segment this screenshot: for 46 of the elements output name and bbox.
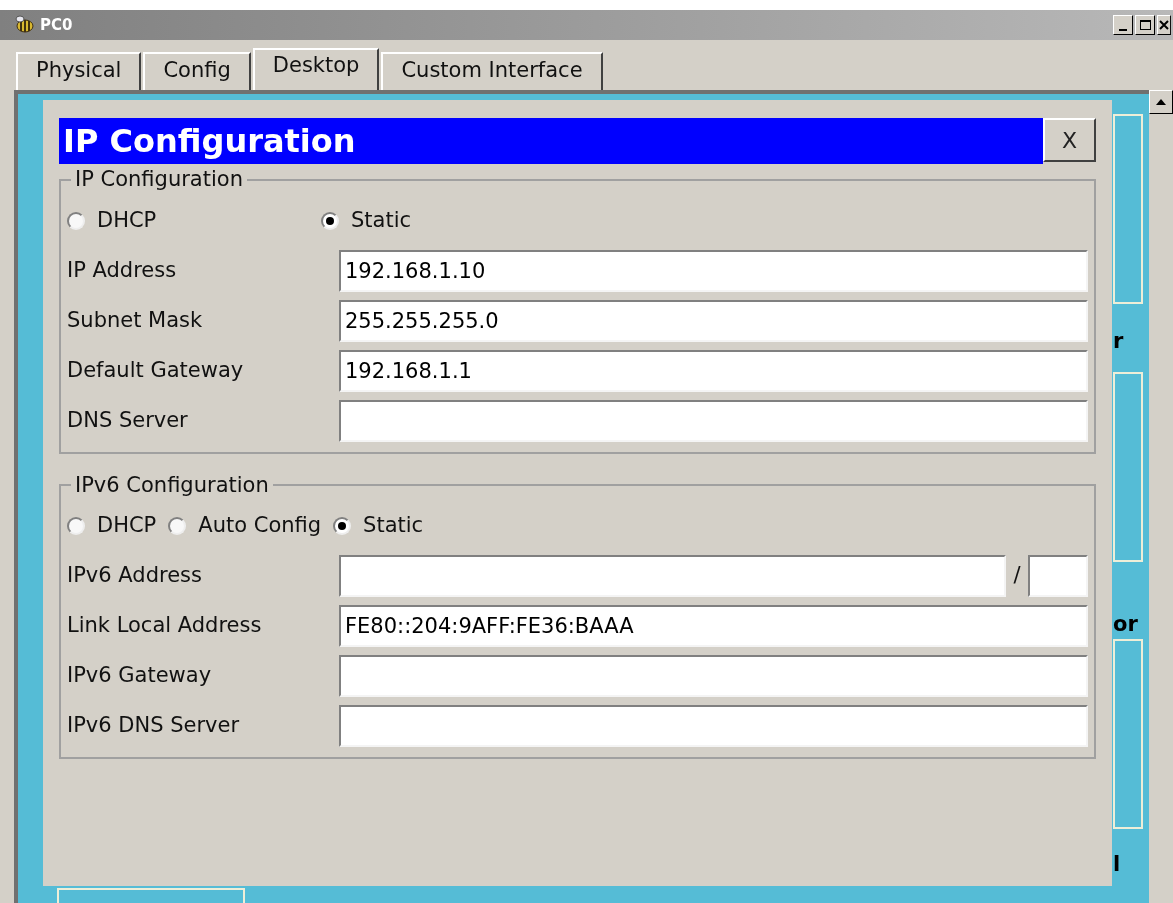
radio-button[interactable] xyxy=(67,517,85,535)
window-title: PC0 xyxy=(40,14,73,36)
field-label: DNS Server xyxy=(67,406,189,434)
radio-button[interactable] xyxy=(67,211,85,230)
field-label: IPv6 Address xyxy=(67,562,203,590)
text-field[interactable]: 192.168.1.10 xyxy=(339,249,1088,292)
text-field[interactable] xyxy=(1028,555,1088,597)
dialog-title: IP Configuration xyxy=(59,118,1043,164)
text-field[interactable]: 255.255.255.0 xyxy=(339,299,1088,342)
field-label: IP Address xyxy=(67,256,178,284)
tab[interactable]: Physical xyxy=(16,52,142,90)
close-button[interactable] xyxy=(1157,15,1171,35)
radio-button[interactable] xyxy=(333,517,352,535)
tab[interactable]: Config xyxy=(143,52,251,90)
text-field[interactable] xyxy=(339,555,1006,597)
app-label: r xyxy=(1113,328,1124,355)
field-label: Default Gateway xyxy=(67,356,245,384)
tab[interactable]: Custom Interface xyxy=(381,52,603,90)
tab[interactable]: Desktop xyxy=(252,48,380,90)
radio-label: Static xyxy=(363,512,424,540)
radio-label: Auto Config xyxy=(198,512,322,540)
close-button[interactable]: X xyxy=(1043,118,1096,162)
app-label: l xyxy=(1113,851,1121,878)
text-field[interactable] xyxy=(339,655,1088,697)
field-label: IPv6 Gateway xyxy=(67,662,213,690)
group-title: IPv6 Configuration xyxy=(74,471,270,499)
field-label: IPv6 DNS Server xyxy=(67,712,241,740)
up-arrow-icon xyxy=(1156,99,1166,105)
radio-label: DHCP xyxy=(97,206,157,234)
group-title: IP Configuration xyxy=(74,166,244,193)
field-label: Link Local Address xyxy=(67,612,263,640)
maximize-button[interactable] xyxy=(1135,15,1155,35)
text-field[interactable] xyxy=(339,399,1088,442)
scroll-up-button[interactable] xyxy=(1149,90,1173,114)
radio-label: Static xyxy=(351,206,412,234)
text-field[interactable] xyxy=(339,705,1088,747)
prefix-separator: / xyxy=(1012,562,1022,590)
text-field[interactable]: 192.168.1.1 xyxy=(339,349,1088,392)
app-label: or xyxy=(1113,611,1138,638)
field-label: Subnet Mask xyxy=(67,306,204,334)
bee-icon xyxy=(14,15,36,35)
minimize-button[interactable] xyxy=(1113,15,1133,35)
radio-label: DHCP xyxy=(97,512,157,540)
radio-button[interactable] xyxy=(168,517,187,535)
text-field[interactable]: FE80::204:9AFF:FE36:BAAA xyxy=(339,605,1088,647)
radio-button[interactable] xyxy=(321,211,339,230)
